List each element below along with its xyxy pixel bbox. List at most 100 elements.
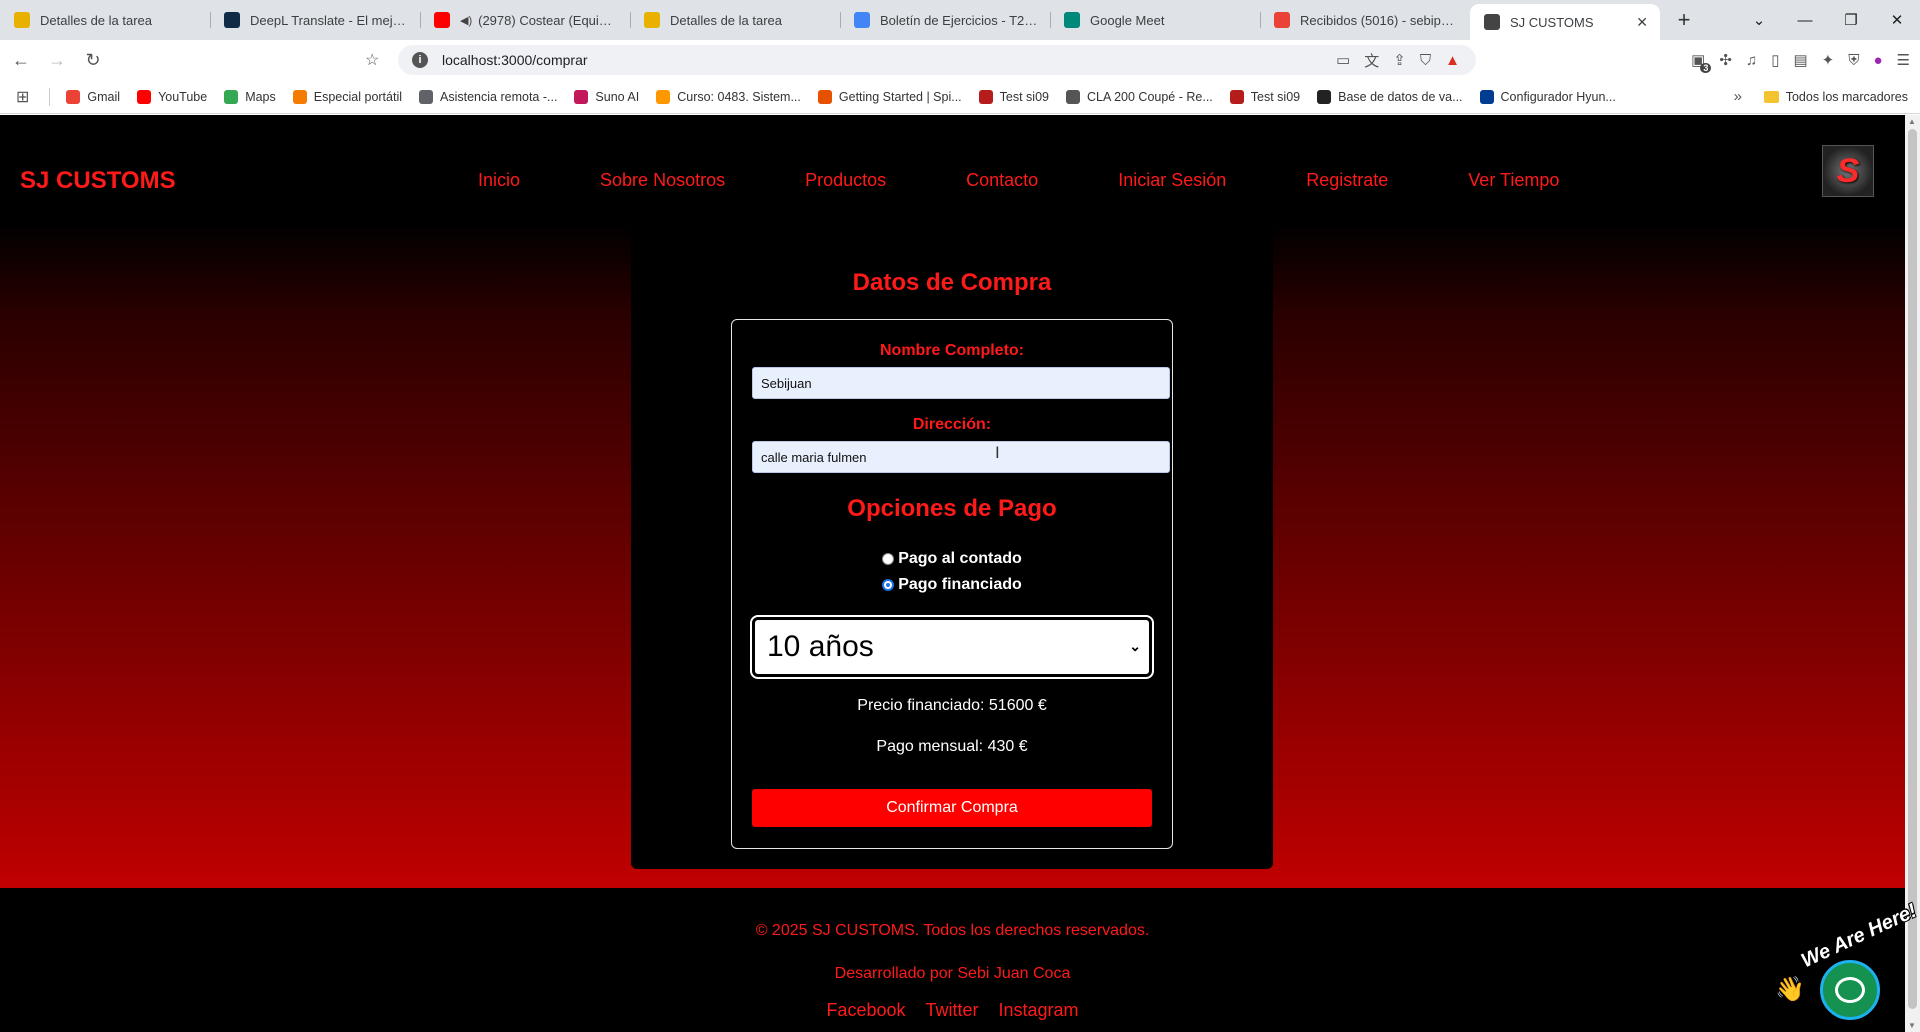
page-scrollbar[interactable]: ▲ ▼ <box>1905 115 1920 1032</box>
bookmark-label: Test si09 <box>1250 89 1301 104</box>
nav-link-contacto[interactable]: Contacto <box>966 170 1038 191</box>
confirm-purchase-button[interactable]: Confirmar Compra <box>752 789 1152 827</box>
browser-tab[interactable]: ◀) (2978) Costear (Equipo Ne <box>420 0 630 40</box>
bookmark-label: Asistencia remota -... <box>440 89 558 104</box>
facebook-link[interactable]: Facebook <box>826 1000 905 1021</box>
payment-option-cash[interactable]: Pago al contado <box>732 550 1172 568</box>
term-selected-value: 10 años <box>767 630 874 663</box>
extension-icon[interactable]: ▣ 3 <box>1691 51 1712 73</box>
twitter-link[interactable]: Twitter <box>926 1000 979 1021</box>
bookmark-item[interactable]: Gmail <box>66 89 120 104</box>
instagram-link[interactable]: Instagram <box>999 1000 1079 1021</box>
site-brand[interactable]: SJ CUSTOMS <box>20 167 176 195</box>
developer-credit: Desarrollado por Sebi Juan Coca <box>834 965 1071 982</box>
social-links: Facebook Twitter Instagram <box>0 1000 1905 1021</box>
nav-link-productos[interactable]: Productos <box>805 170 886 191</box>
bookmark-item[interactable]: Configurador Hyun... <box>1479 89 1616 104</box>
scroll-down-icon[interactable]: ▼ <box>1908 1021 1916 1030</box>
sidebar-icon[interactable]: ▯ <box>1771 51 1779 69</box>
chat-widget[interactable]: We Are Here! 👋 <box>1775 900 1920 1025</box>
browser-tab[interactable]: Detalles de la tarea <box>0 0 210 40</box>
financed-radio[interactable] <box>882 579 895 591</box>
profile-icon[interactable]: ● <box>1873 52 1882 69</box>
chat-bubble-icon[interactable] <box>1820 960 1880 1020</box>
scrollbar-thumb[interactable] <box>1908 129 1917 1009</box>
bookmark-item[interactable]: Maps <box>224 89 276 104</box>
nav-link-registrate[interactable]: Registrate <box>1306 170 1388 191</box>
restore-icon[interactable]: ❐ <box>1828 11 1874 29</box>
close-tab-icon[interactable]: ✕ <box>1636 14 1648 31</box>
share-icon[interactable]: ⇪ <box>1393 51 1406 69</box>
nav-link-ver-tiempo[interactable]: Ver Tiempo <box>1468 170 1559 191</box>
address-input[interactable] <box>752 441 1170 473</box>
all-bookmarks-button[interactable]: Todos los marcadores <box>1763 90 1908 104</box>
browser-tab[interactable]: Detalles de la tarea <box>630 0 840 40</box>
apps-grid-icon[interactable]: ⊞ <box>16 87 29 107</box>
browser-tab-active[interactable]: SJ CUSTOMS ✕ <box>1470 4 1660 40</box>
menu-icon[interactable]: ☰ <box>1897 51 1910 69</box>
bookmark-item[interactable]: Asistencia remota -... <box>419 89 558 104</box>
new-tab-button[interactable]: + <box>1666 2 1702 38</box>
tab-search-icon[interactable]: ⌄ <box>1736 11 1782 29</box>
vpn-icon[interactable]: ⛨ <box>1848 52 1859 69</box>
copyright-text: © 2025 SJ CUSTOMS. Todos los derechos re… <box>755 922 1150 939</box>
bookmark-item[interactable]: Base de datos de va... <box>1317 89 1463 104</box>
bookmark-favicon-icon <box>1317 89 1332 104</box>
bookmark-favicon-icon <box>419 89 434 104</box>
back-icon[interactable]: ← <box>6 45 36 75</box>
financing-term-select[interactable]: 10 años ⌄ <box>750 615 1154 679</box>
browser-tab[interactable]: DeepL Translate - El mejor tra <box>210 0 420 40</box>
music-icon[interactable]: ♫ <box>1746 52 1757 69</box>
cast-icon[interactable]: ▭ <box>1336 51 1350 69</box>
bookmark-page-icon[interactable]: ☆ <box>365 50 379 70</box>
reload-icon[interactable]: ↻ <box>78 45 108 75</box>
name-label: Nombre Completo: <box>880 342 1024 359</box>
browser-tab[interactable]: Google Meet <box>1050 0 1260 40</box>
tab-favicon-icon <box>644 12 660 28</box>
rewards-icon[interactable]: ▲ <box>1445 52 1460 69</box>
logo-letter: S <box>1836 151 1860 190</box>
bookmark-item[interactable]: Curso: 0483. Sistem... <box>656 89 801 104</box>
bookmark-label: Maps <box>245 89 276 104</box>
cash-radio[interactable] <box>882 553 895 565</box>
nav-link-iniciar-sesion[interactable]: Iniciar Sesión <box>1118 170 1226 191</box>
minimize-icon[interactable]: — <box>1782 12 1828 29</box>
forward-icon[interactable]: → <box>42 45 72 75</box>
bookmark-item[interactable]: CLA 200 Coupé - Re... <box>1066 89 1213 104</box>
payment-option-financed[interactable]: Pago financiado <box>732 576 1172 594</box>
browser-tab[interactable]: Recibidos (5016) - sebipro260 <box>1260 0 1470 40</box>
page-viewport: SJ CUSTOMS Inicio Sobre Nosotros Product… <box>0 115 1905 1032</box>
bookmark-label: CLA 200 Coupé - Re... <box>1087 89 1213 104</box>
more-bookmarks-icon[interactable]: » <box>1734 88 1742 105</box>
youtube-icon <box>137 89 152 104</box>
nav-link-sobre-nosotros[interactable]: Sobre Nosotros <box>600 170 725 191</box>
ai-sparkle-icon[interactable]: ✦ <box>1822 51 1835 69</box>
url-text[interactable]: localhost:3000/comprar <box>442 52 588 68</box>
tab-favicon-icon <box>1064 12 1080 28</box>
bookmark-item[interactable]: Especial portátil <box>292 89 402 104</box>
brave-shield-icon[interactable]: ⛉ <box>1420 52 1431 69</box>
site-info-icon[interactable]: i <box>412 52 428 68</box>
omnibox-actions: ▭ 文 ⇪ ⛉ ▲ <box>1336 45 1460 75</box>
bookmark-item[interactable]: Getting Started | Spi... <box>817 89 962 104</box>
bookmark-item[interactable]: Test si09 <box>978 89 1049 104</box>
nav-link-inicio[interactable]: Inicio <box>478 170 520 191</box>
wallet-icon[interactable]: ▤ <box>1793 51 1807 69</box>
full-name-input[interactable] <box>752 367 1170 399</box>
browser-tab[interactable]: Boletín de Ejercicios - T2 Sprin <box>840 0 1050 40</box>
bookmark-item[interactable]: Test si09 <box>1229 89 1301 104</box>
close-window-icon[interactable]: ✕ <box>1874 11 1920 29</box>
divider <box>49 87 51 106</box>
maps-icon <box>224 89 239 104</box>
translate-icon[interactable]: 文 <box>1364 50 1379 71</box>
speaker-icon[interactable]: ◀) <box>460 14 472 27</box>
puzzle-icon[interactable]: ✣ <box>1719 51 1732 69</box>
bookmark-item[interactable]: YouTube <box>137 89 207 104</box>
site-logo[interactable]: S <box>1822 145 1874 197</box>
tab-title: DeepL Translate - El mejor tra <box>250 12 408 28</box>
bookmark-item[interactable]: Suno AI <box>574 89 639 104</box>
window-controls: ⌄ — ❐ ✕ <box>1736 0 1920 40</box>
browser-toolbar: ← → ↻ ☆ i localhost:3000/comprar ▭ 文 ⇪ ⛉… <box>0 40 1920 80</box>
address-bar[interactable]: i localhost:3000/comprar ▭ 文 ⇪ ⛉ ▲ <box>398 45 1476 75</box>
scroll-up-icon[interactable]: ▲ <box>1908 117 1916 126</box>
